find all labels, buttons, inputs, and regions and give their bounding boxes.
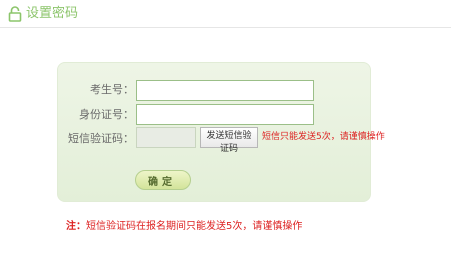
- sms-code-input[interactable]: [136, 127, 196, 148]
- sms-limit-tip: 短信只能发送5次，请谨慎操作: [262, 132, 385, 142]
- notice-body: 短信验证码在报名期间只能发送5次，请谨慎操作: [86, 221, 303, 232]
- confirm-button[interactable]: 确定: [135, 170, 191, 190]
- id-number-input[interactable]: [136, 104, 314, 125]
- page-title: 设置密码: [26, 6, 79, 21]
- sms-code-label: 短信验证码：: [68, 132, 134, 145]
- send-sms-code-button[interactable]: 发送短信验证码: [200, 127, 258, 154]
- exam-number-label: 考生号：: [90, 83, 134, 96]
- notice-prefix: 注：: [66, 221, 86, 232]
- exam-number-input[interactable]: [136, 80, 314, 101]
- page-header: 设置密码: [0, 0, 451, 28]
- notice-text: 注：短信验证码在报名期间只能发送5次，请谨慎操作: [66, 221, 302, 233]
- id-number-label: 身份证号：: [79, 108, 134, 121]
- header-divider: [0, 27, 451, 28]
- lock-icon: [8, 6, 22, 22]
